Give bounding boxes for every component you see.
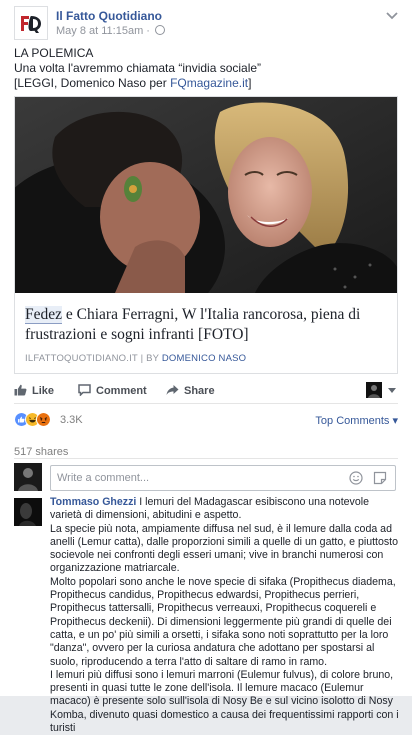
angry-reaction-icon[interactable]	[36, 412, 51, 427]
page-name-link[interactable]: Il Fatto Quotidiano	[56, 9, 162, 23]
post-card: Il Fatto Quotidiano May 8 at 11:15am · L…	[0, 0, 412, 734]
link-by: | BY	[137, 353, 162, 364]
article-photo[interactable]	[15, 97, 397, 293]
link-title[interactable]: Fedez e Chiara Ferragni, W l'Italia ranc…	[25, 305, 385, 345]
comment-sort-label[interactable]: Top Comments	[315, 415, 389, 427]
comment-paragraph: Molto popolari sono anche le nove specie…	[50, 575, 396, 668]
link-author[interactable]: DOMENICO NASO	[162, 353, 246, 364]
sort-caret-icon: ▾	[392, 415, 398, 427]
emoji-icon[interactable]	[349, 471, 363, 485]
comment-body: Tommaso Ghezzi I lemuri del Madagascar e…	[50, 496, 400, 735]
sticker-icon[interactable]	[373, 471, 387, 485]
action-bar: Like Comment Share	[14, 380, 398, 404]
comment-label[interactable]: Comment	[96, 385, 147, 397]
like-button[interactable]: Like	[14, 384, 54, 397]
speech-bubble-icon	[78, 384, 91, 396]
post-as-avatar[interactable]	[366, 382, 382, 398]
comment-input[interactable]	[51, 466, 331, 490]
share-arrow-icon	[166, 385, 179, 395]
comment-author[interactable]: Tommaso Ghezzi	[50, 496, 136, 508]
timestamp-text[interactable]: May 8 at 11:15am	[56, 25, 143, 37]
divider	[14, 458, 398, 459]
post-timestamp[interactable]: May 8 at 11:15am ·	[56, 25, 166, 37]
reactions-row: 3.3K Top Comments ▾	[14, 412, 398, 432]
comment-paragraph: Tommaso Ghezzi I lemuri del Madagascar e…	[50, 496, 400, 523]
globe-icon	[155, 25, 166, 35]
post-text-line-3-prefix: [LEGGI, Domenico Naso per	[14, 76, 171, 90]
post-text-line-2: Una volta l'avremmo chiamata “invidia so…	[14, 61, 262, 75]
comment-paragraph: I lemuri più diffusi sono i lemuri marro…	[50, 668, 399, 735]
post-text-line-3-suffix: ]	[248, 76, 252, 90]
link-title-highlight[interactable]: Fedez	[25, 306, 63, 324]
comment-sort-dropdown[interactable]: Top Comments ▾	[315, 414, 398, 427]
page-logo[interactable]	[14, 6, 48, 40]
fqmagazine-link[interactable]: FQmagazine.it	[170, 76, 248, 90]
share-button[interactable]: Share	[166, 384, 215, 397]
reaction-count[interactable]: 3.3K	[60, 414, 83, 426]
link-source: ILFATTOQUOTIDIANO.IT | BY DOMENICO NASO	[25, 353, 246, 364]
post-as-dropdown-icon[interactable]	[388, 388, 396, 393]
share-count[interactable]: 517 shares	[14, 446, 68, 458]
post-text-line-1: LA POLEMICA	[14, 46, 94, 60]
comment-composer[interactable]	[50, 465, 396, 491]
composer-avatar	[14, 463, 42, 491]
post-options-chevron-icon[interactable]	[386, 12, 398, 20]
comment-paragraph: La specie più nota, ampiamente diffusa n…	[50, 522, 399, 575]
link-domain: ILFATTOQUOTIDIANO.IT	[25, 353, 138, 364]
post-header: Il Fatto Quotidiano May 8 at 11:15am ·	[14, 6, 398, 42]
commenter-avatar[interactable]	[14, 498, 42, 526]
thumbs-up-icon	[14, 384, 27, 396]
post-text-line-3: [LEGGI, Domenico Naso per FQmagazine.it]	[14, 76, 398, 91]
link-title-rest[interactable]: e Chiara Ferragni, W l'Italia rancorosa,…	[25, 306, 360, 343]
comment-button[interactable]: Comment	[78, 384, 147, 397]
like-label[interactable]: Like	[32, 385, 54, 397]
post-text: LA POLEMICA Una volta l'avremmo chiamata…	[14, 46, 398, 91]
link-preview-card[interactable]: Fedez e Chiara Ferragni, W l'Italia ranc…	[14, 96, 398, 374]
share-label[interactable]: Share	[184, 385, 215, 397]
